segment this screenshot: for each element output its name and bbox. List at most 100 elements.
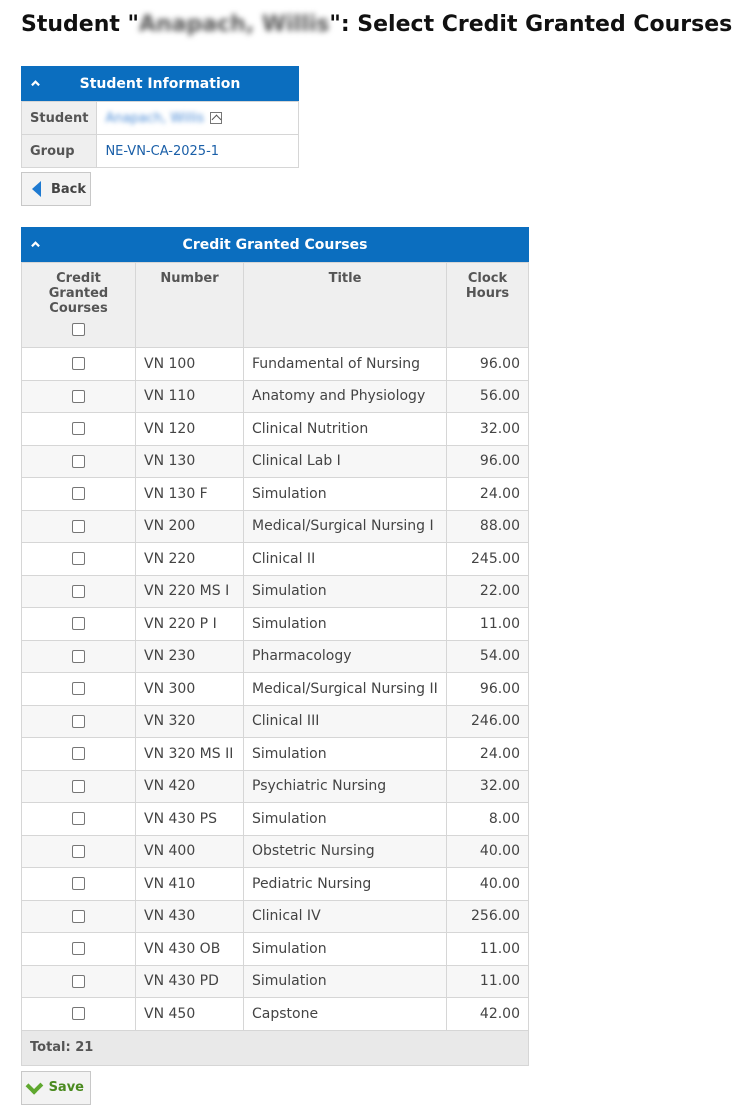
student-information-header[interactable]: Student Information xyxy=(21,66,299,101)
course-checkbox[interactable] xyxy=(72,357,85,371)
group-link[interactable]: NE-VN-CA-2025-1 xyxy=(96,134,299,168)
course-title: Capstone xyxy=(243,997,447,1031)
course-checkbox[interactable] xyxy=(72,649,85,663)
course-checkbox[interactable] xyxy=(72,714,85,728)
table-row: VN 110 Anatomy and Physiology 56.00 xyxy=(21,379,529,413)
course-checkbox[interactable] xyxy=(72,422,85,436)
table-row: VN 430 PD Simulation 11.00 xyxy=(21,964,529,998)
back-button[interactable]: Back xyxy=(21,172,91,206)
course-checkbox[interactable] xyxy=(72,487,85,501)
course-number: VN 110 xyxy=(135,379,244,413)
course-title: Medical/Surgical Nursing II xyxy=(243,672,447,706)
course-number: VN 220 xyxy=(135,542,244,576)
back-arrow-icon xyxy=(32,181,41,197)
course-title: Psychiatric Nursing xyxy=(243,769,447,803)
table-row: VN 130 Clinical Lab I 96.00 xyxy=(21,444,529,478)
row-checkbox-cell xyxy=(21,639,136,673)
course-checkbox[interactable] xyxy=(72,682,85,696)
course-checkbox[interactable] xyxy=(72,584,85,598)
course-clock-hours: 96.00 xyxy=(446,347,529,381)
chevron-up-icon[interactable] xyxy=(31,240,40,249)
course-title: Clinical III xyxy=(243,704,447,738)
row-checkbox-cell xyxy=(21,932,136,966)
table-row: VN 220 P I Simulation 11.00 xyxy=(21,607,529,641)
course-title: Clinical Lab I xyxy=(243,444,447,478)
course-checkbox[interactable] xyxy=(72,942,85,956)
table-row: VN 100 Fundamental of Nursing 96.00 xyxy=(21,347,529,381)
table-row: VN 300 Medical/Surgical Nursing II 96.00 xyxy=(21,672,529,706)
row-checkbox-cell xyxy=(21,867,136,901)
course-title: Pharmacology xyxy=(243,639,447,673)
course-checkbox[interactable] xyxy=(72,617,85,631)
course-clock-hours: 11.00 xyxy=(446,607,529,641)
total-label: Total: 21 xyxy=(21,1029,529,1066)
row-checkbox-cell xyxy=(21,997,136,1031)
table-row: VN 400 Obstetric Nursing 40.00 xyxy=(21,834,529,868)
table-row: VN 430 Clinical IV 256.00 xyxy=(21,899,529,933)
student-label: Student xyxy=(20,101,98,135)
total-row: Total: 21 xyxy=(21,1029,529,1066)
row-checkbox-cell xyxy=(21,704,136,738)
save-button[interactable]: Save xyxy=(21,1070,91,1105)
course-number: VN 400 xyxy=(135,834,244,868)
credit-granted-courses-panel: Credit Granted Courses Credit Granted Co… xyxy=(21,227,529,1066)
course-checkbox[interactable] xyxy=(72,877,85,891)
course-title: Simulation xyxy=(243,802,447,836)
table-row: VN 320 MS II Simulation 24.00 xyxy=(21,737,529,771)
course-clock-hours: 54.00 xyxy=(446,639,529,673)
course-checkbox[interactable] xyxy=(72,552,85,566)
credit-granted-courses-header[interactable]: Credit Granted Courses xyxy=(21,227,529,262)
student-name-link[interactable]: Anapach, Willis xyxy=(105,111,204,126)
course-number: VN 230 xyxy=(135,639,244,673)
table-row: VN 320 Clinical III 246.00 xyxy=(21,704,529,738)
row-checkbox-cell xyxy=(21,347,136,381)
course-number: VN 450 xyxy=(135,997,244,1031)
course-checkbox[interactable] xyxy=(72,844,85,858)
course-checkbox[interactable] xyxy=(72,779,85,793)
course-number: VN 410 xyxy=(135,867,244,901)
course-number: VN 320 MS II xyxy=(135,737,244,771)
course-clock-hours: 96.00 xyxy=(446,444,529,478)
row-checkbox-cell xyxy=(21,412,136,446)
title-column-header: Title xyxy=(243,262,447,348)
course-title: Simulation xyxy=(243,477,447,511)
row-checkbox-cell xyxy=(21,607,136,641)
course-title: Clinical Nutrition xyxy=(243,412,447,446)
course-number: VN 130 F xyxy=(135,477,244,511)
credit-column-header: Credit Granted Courses xyxy=(21,262,136,348)
course-number: VN 100 xyxy=(135,347,244,381)
row-checkbox-cell xyxy=(21,964,136,998)
course-checkbox[interactable] xyxy=(72,519,85,533)
course-number: VN 130 xyxy=(135,444,244,478)
table-row: VN 430 OB Simulation 11.00 xyxy=(21,932,529,966)
course-clock-hours: 96.00 xyxy=(446,672,529,706)
table-row: VN 130 F Simulation 24.00 xyxy=(21,477,529,511)
course-checkbox[interactable] xyxy=(72,909,85,923)
course-checkbox[interactable] xyxy=(72,454,85,468)
course-title: Simulation xyxy=(243,964,447,998)
course-title: Simulation xyxy=(243,737,447,771)
table-row: VN 220 Clinical II 245.00 xyxy=(21,542,529,576)
course-clock-hours: 88.00 xyxy=(446,509,529,543)
course-checkbox[interactable] xyxy=(72,1007,85,1021)
course-clock-hours: 24.00 xyxy=(446,737,529,771)
course-checkbox[interactable] xyxy=(72,812,85,826)
row-checkbox-cell xyxy=(21,672,136,706)
course-checkbox[interactable] xyxy=(72,974,85,988)
table-header-row: Credit Granted Courses Number Title Cloc… xyxy=(21,262,529,348)
chevron-up-icon[interactable] xyxy=(31,79,40,88)
table-row: VN 230 Pharmacology 54.00 xyxy=(21,639,529,673)
row-checkbox-cell xyxy=(21,899,136,933)
table-row: VN 220 MS I Simulation 22.00 xyxy=(21,574,529,608)
course-checkbox[interactable] xyxy=(72,389,85,403)
home-icon[interactable] xyxy=(210,112,223,124)
course-clock-hours: 11.00 xyxy=(446,932,529,966)
course-number: VN 220 P I xyxy=(135,607,244,641)
course-title: Medical/Surgical Nursing I xyxy=(243,509,447,543)
course-title: Simulation xyxy=(243,574,447,608)
course-clock-hours: 8.00 xyxy=(446,802,529,836)
table-row: VN 120 Clinical Nutrition 32.00 xyxy=(21,412,529,446)
select-all-checkbox[interactable] xyxy=(72,323,85,336)
course-checkbox[interactable] xyxy=(72,747,85,761)
course-number: VN 420 xyxy=(135,769,244,803)
